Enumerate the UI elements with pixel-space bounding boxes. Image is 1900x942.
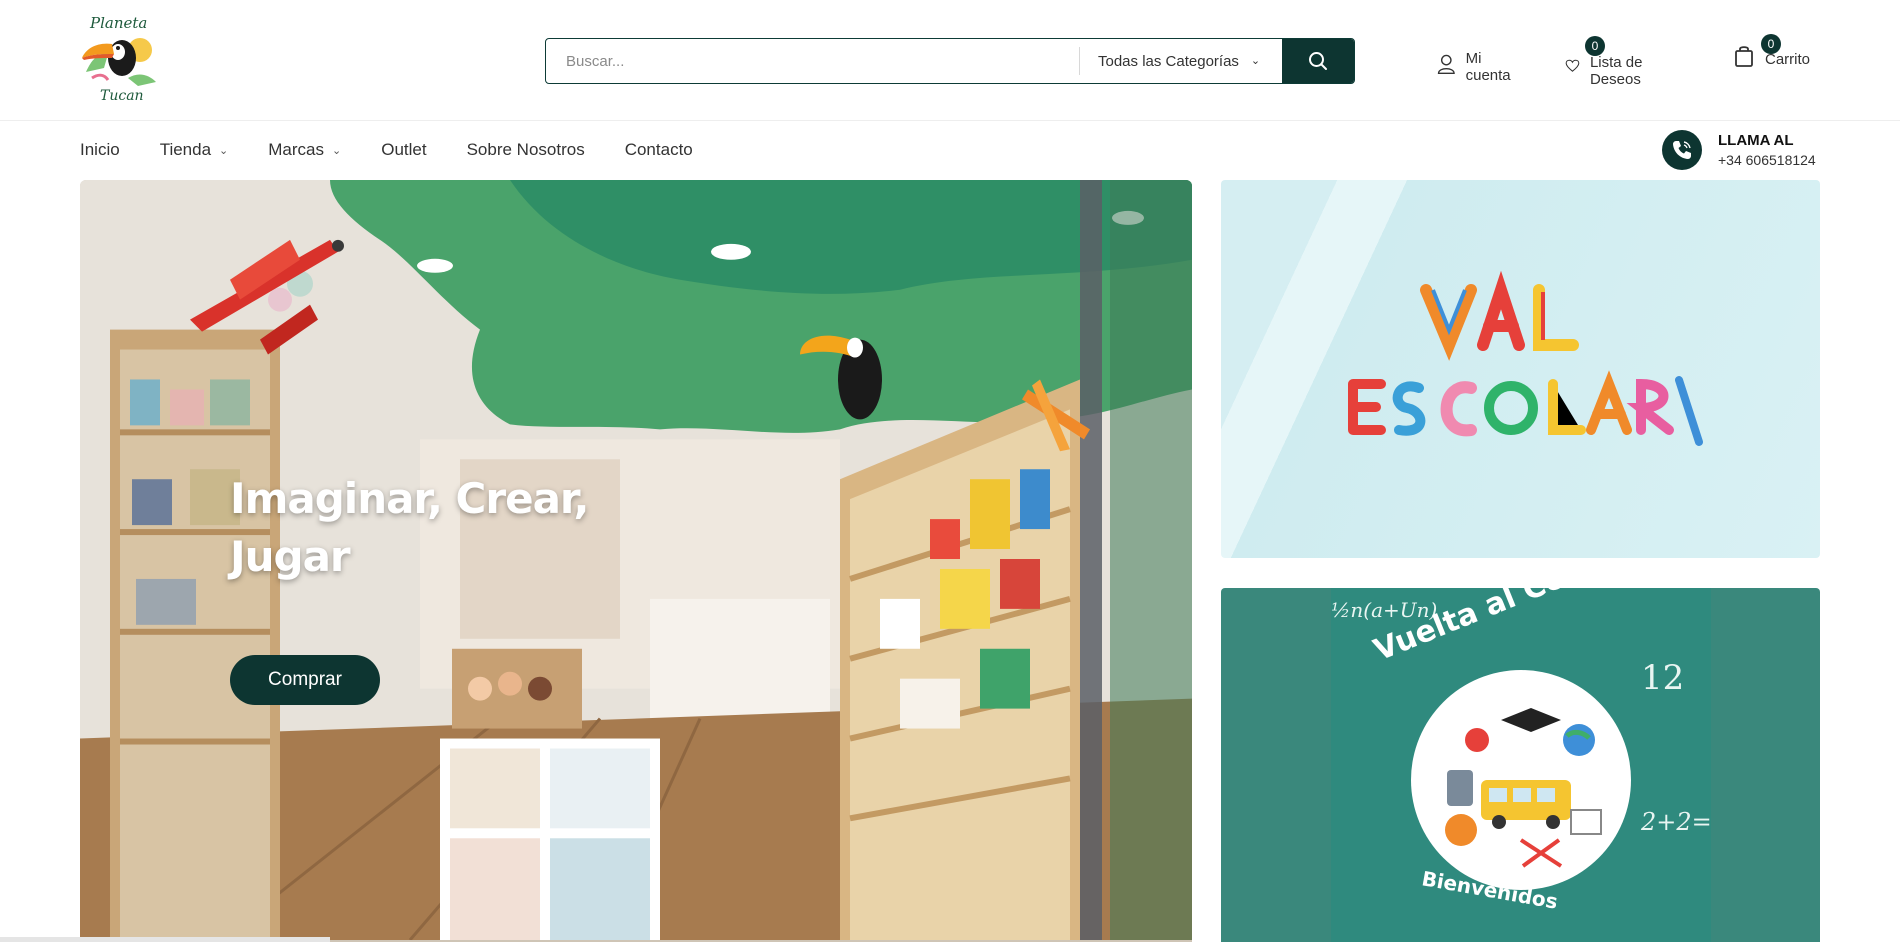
- shop-now-button[interactable]: Comprar: [230, 655, 380, 705]
- phone-icon: [1662, 130, 1702, 170]
- nav-item-label: Outlet: [381, 140, 427, 159]
- heart-icon: [1565, 59, 1580, 72]
- nav-item-sobre-nosotros[interactable]: Sobre Nosotros: [467, 138, 585, 162]
- account-label: Mi cuenta: [1465, 50, 1511, 84]
- chevron-down-icon: ⌄: [332, 144, 342, 157]
- toucan-logo-icon: [82, 38, 156, 86]
- hero-title: Imaginar, Crear, Jugar: [230, 474, 589, 581]
- back-to-school-graphic: [1348, 270, 1703, 446]
- speech-bubble: [1411, 670, 1631, 890]
- nav-item-outlet[interactable]: Outlet: [381, 138, 426, 162]
- school-supplies-icon: [1445, 708, 1602, 868]
- chevron-down-icon: ⌄: [1250, 54, 1261, 67]
- chevron-down-icon: ⌄: [219, 144, 229, 157]
- chalk-numbers: 12: [1641, 658, 1685, 698]
- nav-item-contacto[interactable]: Contacto: [625, 138, 693, 162]
- phone-number[interactable]: +34 606518124: [1718, 152, 1816, 168]
- nav-item-label: Contacto: [624, 140, 693, 159]
- nav-item-label: Marcas: [268, 140, 324, 159]
- category-select[interactable]: Todas las Categorías ⌄: [1079, 47, 1282, 75]
- wishlist-count-badge: 0: [1585, 36, 1605, 56]
- user-icon: [1437, 54, 1455, 75]
- site-logo[interactable]: Planeta Tucan: [78, 12, 160, 108]
- category-select-label: Todas las Categorías: [1098, 52, 1239, 70]
- nav-item-inicio[interactable]: Inicio: [80, 138, 120, 162]
- call-us[interactable]: LLAMA AL +34 606518124: [1662, 130, 1816, 170]
- shopping-bag-icon: [1735, 46, 1753, 67]
- site-header: Planeta Tucan Todas las Categorías ⌄: [0, 0, 1900, 121]
- promo-banner-vuelta-al-cole[interactable]: ½n(a+Un) 12 2+2= Vuelta al Cole Bienveni…: [1221, 588, 1820, 942]
- nav-item-label: Tienda: [159, 140, 212, 159]
- search-input[interactable]: [546, 39, 1079, 83]
- horizontal-scrollbar[interactable]: [0, 937, 330, 942]
- wishlist-label: Lista de Deseos: [1589, 54, 1643, 88]
- account-link[interactable]: Mi cuenta: [1437, 44, 1516, 84]
- search-icon: [1309, 52, 1327, 70]
- cart-count-badge: 0: [1761, 34, 1781, 54]
- chalkboard-graphic: ½n(a+Un) 12 2+2= Vuelta al Cole Bienveni…: [1331, 588, 1712, 942]
- promo-banner-escolar[interactable]: [1221, 180, 1820, 558]
- main-nav: Inicio Tienda ⌄ Marcas ⌄ Outlet Sobre Noso…: [80, 138, 733, 162]
- chalk-sum: 2+2=: [1641, 808, 1712, 836]
- hero-banner: Imaginar, Crear, Jugar Comprar: [80, 180, 1192, 942]
- cart-link[interactable]: 0 Carrito: [1733, 34, 1810, 68]
- nav-item-tienda[interactable]: Tienda ⌄: [160, 138, 229, 162]
- search-button[interactable]: [1282, 39, 1354, 83]
- nav-item-label: Inicio: [80, 140, 120, 159]
- nav-item-marcas[interactable]: Marcas ⌄: [268, 138, 341, 162]
- logo-text-bottom: Tucan: [100, 88, 144, 104]
- nav-item-label: Sobre Nosotros: [466, 140, 585, 159]
- wishlist-link[interactable]: 0 Lista de Deseos: [1565, 36, 1652, 88]
- search-bar: Todas las Categorías ⌄: [545, 38, 1355, 84]
- call-label: LLAMA AL: [1718, 132, 1794, 149]
